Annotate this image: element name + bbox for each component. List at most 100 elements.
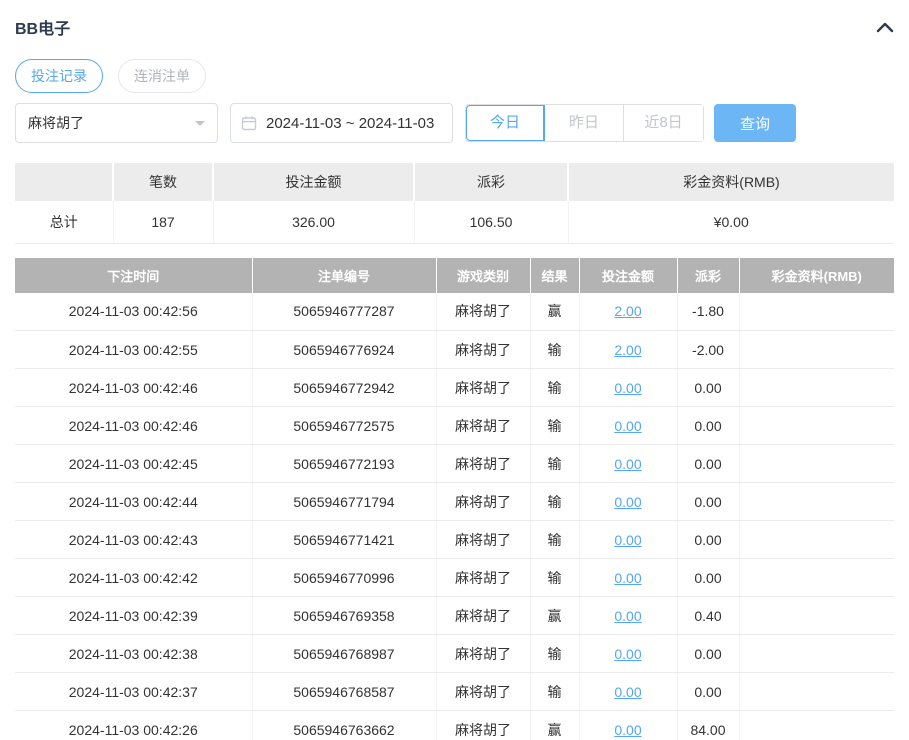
table-body: 2024-11-03 00:42:56 5065946777287 麻将胡了 赢… bbox=[15, 293, 894, 740]
bet-amount-link[interactable]: 0.00 bbox=[614, 532, 641, 548]
cell-bet-time: 2024-11-03 00:42:44 bbox=[15, 483, 252, 521]
cell-order-number: 5065946772575 bbox=[252, 407, 436, 445]
cell-bet-amount: 0.00 bbox=[579, 597, 677, 635]
cell-game-category: 麻将胡了 bbox=[436, 293, 530, 331]
cell-game-category: 麻将胡了 bbox=[436, 407, 530, 445]
cell-order-number: 5065946763662 bbox=[252, 711, 436, 740]
summary-total-row: 总计 187 326.00 106.50 ¥0.00 bbox=[15, 201, 894, 243]
cell-bet-amount: 0.00 bbox=[579, 369, 677, 407]
summary-table: 笔数投注金额派彩彩金资料(RMB) 总计 187 326.00 106.50 ¥… bbox=[15, 163, 894, 244]
table-header-row: 下注时间注单编号游戏类别结果投注金额派彩彩金资料(RMB) bbox=[15, 258, 894, 293]
table-row: 2024-11-03 00:42:44 5065946771794 麻将胡了 输… bbox=[15, 483, 894, 521]
cell-bet-amount: 0.00 bbox=[579, 445, 677, 483]
bet-amount-link[interactable]: 0.00 bbox=[614, 418, 641, 434]
bet-amount-link[interactable]: 0.00 bbox=[614, 608, 641, 624]
cell-bet-time: 2024-11-03 00:42:46 bbox=[15, 369, 252, 407]
cell-result: 赢 bbox=[530, 711, 579, 740]
bet-amount-link[interactable]: 0.00 bbox=[614, 684, 641, 700]
shortcut-last-8-days[interactable]: 近8日 bbox=[624, 105, 703, 141]
summary-bet-amount: 326.00 bbox=[213, 201, 414, 243]
cell-payout: 0.00 bbox=[677, 407, 739, 445]
tab-label: 连消注单 bbox=[134, 66, 190, 86]
cell-bet-time: 2024-11-03 00:42:43 bbox=[15, 521, 252, 559]
cell-result: 输 bbox=[530, 673, 579, 711]
tabs: 投注记录 连消注单 bbox=[15, 59, 894, 93]
cell-bonus bbox=[739, 369, 894, 407]
cell-order-number: 5065946772193 bbox=[252, 445, 436, 483]
summary-column-header: 投注金额 bbox=[213, 163, 414, 201]
cell-bonus bbox=[739, 293, 894, 331]
game-select[interactable]: 麻将胡了 bbox=[15, 103, 218, 143]
bet-amount-link[interactable]: 0.00 bbox=[614, 456, 641, 472]
table-row: 2024-11-03 00:42:37 5065946768587 麻将胡了 输… bbox=[15, 673, 894, 711]
cell-order-number: 5065946771794 bbox=[252, 483, 436, 521]
summary-column-header: 彩金资料(RMB) bbox=[568, 163, 894, 201]
cell-order-number: 5065946771421 bbox=[252, 521, 436, 559]
cell-order-number: 5065946768587 bbox=[252, 673, 436, 711]
filter-bar: 麻将胡了 2024-11-03 ~ 2024-11-03 今日 昨日 近8日 查… bbox=[15, 103, 894, 143]
shortcut-label: 今日 bbox=[490, 114, 520, 131]
bet-amount-link[interactable]: 0.00 bbox=[614, 722, 641, 738]
tab-cascade-orders[interactable]: 连消注单 bbox=[118, 59, 206, 93]
cell-bet-amount: 0.00 bbox=[579, 407, 677, 445]
bet-amount-link[interactable]: 0.00 bbox=[614, 380, 641, 396]
cell-bonus bbox=[739, 445, 894, 483]
tab-bet-records[interactable]: 投注记录 bbox=[15, 59, 103, 93]
table-column-header: 下注时间 bbox=[15, 258, 252, 293]
cell-payout: 84.00 bbox=[677, 711, 739, 740]
cell-payout: 0.00 bbox=[677, 559, 739, 597]
cell-bet-amount: 2.00 bbox=[579, 293, 677, 331]
cell-bonus bbox=[739, 483, 894, 521]
shortcut-yesterday[interactable]: 昨日 bbox=[545, 105, 624, 141]
date-range-input[interactable]: 2024-11-03 ~ 2024-11-03 bbox=[230, 103, 453, 143]
bet-amount-link[interactable]: 2.00 bbox=[614, 342, 641, 358]
cell-order-number: 5065946777287 bbox=[252, 293, 436, 331]
chevron-up-icon bbox=[876, 21, 894, 33]
bet-amount-link[interactable]: 0.00 bbox=[614, 494, 641, 510]
summary-column-header: 笔数 bbox=[113, 163, 213, 201]
table-column-header: 投注金额 bbox=[579, 258, 677, 293]
cell-bet-time: 2024-11-03 00:42:37 bbox=[15, 673, 252, 711]
query-button[interactable]: 查询 bbox=[714, 104, 796, 142]
cell-game-category: 麻将胡了 bbox=[436, 597, 530, 635]
cell-result: 输 bbox=[530, 521, 579, 559]
cell-payout: -1.80 bbox=[677, 293, 739, 331]
summary-payout: 106.50 bbox=[414, 201, 568, 243]
date-range-value: 2024-11-03 ~ 2024-11-03 bbox=[266, 115, 434, 132]
shortcut-label: 昨日 bbox=[569, 114, 599, 131]
summary-column-header: 派彩 bbox=[414, 163, 568, 201]
bet-amount-link[interactable]: 0.00 bbox=[614, 570, 641, 586]
table-column-header: 派彩 bbox=[677, 258, 739, 293]
cell-bonus bbox=[739, 407, 894, 445]
cell-bonus bbox=[739, 331, 894, 369]
date-shortcut-group: 今日 昨日 近8日 bbox=[465, 104, 704, 142]
bet-amount-link[interactable]: 2.00 bbox=[614, 303, 641, 319]
cell-game-category: 麻将胡了 bbox=[436, 331, 530, 369]
cell-order-number: 5065946776924 bbox=[252, 331, 436, 369]
table-row: 2024-11-03 00:42:39 5065946769358 麻将胡了 赢… bbox=[15, 597, 894, 635]
shortcut-today[interactable]: 今日 bbox=[466, 105, 545, 141]
cell-bonus bbox=[739, 521, 894, 559]
table-row: 2024-11-03 00:42:26 5065946763662 麻将胡了 赢… bbox=[15, 711, 894, 740]
summary-total-label: 总计 bbox=[15, 201, 113, 243]
cell-bet-time: 2024-11-03 00:42:38 bbox=[15, 635, 252, 673]
cell-bonus bbox=[739, 673, 894, 711]
table-column-header: 结果 bbox=[530, 258, 579, 293]
cell-game-category: 麻将胡了 bbox=[436, 369, 530, 407]
cell-result: 输 bbox=[530, 331, 579, 369]
cell-order-number: 5065946772942 bbox=[252, 369, 436, 407]
cell-bet-time: 2024-11-03 00:42:39 bbox=[15, 597, 252, 635]
collapse-button[interactable] bbox=[876, 21, 894, 33]
cell-order-number: 5065946768987 bbox=[252, 635, 436, 673]
cell-bet-time: 2024-11-03 00:42:56 bbox=[15, 293, 252, 331]
cell-game-category: 麻将胡了 bbox=[436, 483, 530, 521]
table-row: 2024-11-03 00:42:46 5065946772575 麻将胡了 输… bbox=[15, 407, 894, 445]
cell-payout: 0.00 bbox=[677, 521, 739, 559]
table-row: 2024-11-03 00:42:42 5065946770996 麻将胡了 输… bbox=[15, 559, 894, 597]
cell-result: 输 bbox=[530, 369, 579, 407]
cell-bonus bbox=[739, 711, 894, 740]
cell-bet-time: 2024-11-03 00:42:45 bbox=[15, 445, 252, 483]
table-row: 2024-11-03 00:42:38 5065946768987 麻将胡了 输… bbox=[15, 635, 894, 673]
cell-payout: 0.40 bbox=[677, 597, 739, 635]
bet-amount-link[interactable]: 0.00 bbox=[614, 646, 641, 662]
